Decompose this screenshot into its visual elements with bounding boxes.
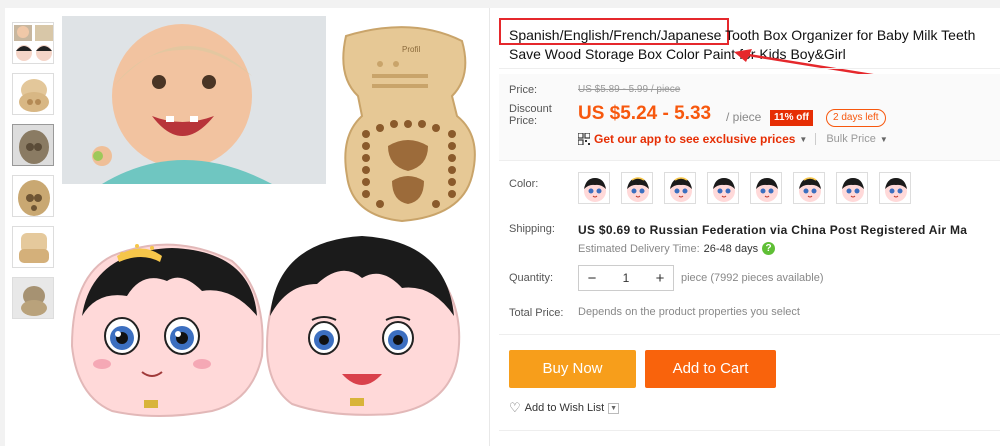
chevron-down-icon[interactable]: ▼ (799, 135, 807, 144)
price-unit: / piece (726, 110, 762, 124)
quantity-input[interactable]: 1 (605, 271, 647, 285)
color-swatch-list (578, 172, 922, 204)
quantity-decrease-button[interactable]: − (579, 270, 605, 287)
bulk-price-link[interactable]: Bulk Price (826, 133, 876, 145)
thumbnail-6[interactable] (12, 277, 54, 319)
buy-now-button[interactable]: Buy Now (509, 350, 636, 388)
shipping-destination[interactable]: to Russian Federation via China Post Reg… (634, 223, 967, 237)
color-swatch-3[interactable] (664, 172, 696, 204)
heart-icon[interactable]: ♡ (509, 400, 521, 416)
delivery-days: 26-48 days (703, 242, 759, 255)
thumbnail-4[interactable] (12, 175, 54, 217)
total-price-label: Total Price: (509, 307, 564, 319)
chevron-down-icon[interactable]: ▼ (608, 402, 620, 414)
bottom-divider (499, 430, 1000, 431)
actions-divider (499, 334, 1000, 335)
thumbnail-3[interactable] (12, 124, 54, 166)
add-to-cart-button[interactable]: Add to Cart (645, 350, 776, 388)
delivery-label: Estimated Delivery Time: (578, 242, 700, 255)
chevron-down-icon[interactable]: ▼ (880, 135, 888, 144)
delivery-estimate: Estimated Delivery Time: 26-48 days ? (578, 242, 776, 255)
promo-separator (815, 133, 817, 145)
color-swatch-6[interactable] (793, 172, 825, 204)
shipping-cost: US $0.69 (578, 223, 631, 237)
color-swatch-5[interactable] (750, 172, 782, 204)
app-promo-row: Get our app to see exclusive prices ▼ Bu… (578, 131, 896, 147)
column-divider (489, 8, 490, 446)
quantity-stepper: − 1 + (578, 265, 674, 291)
main-product-image[interactable]: Profil (62, 16, 486, 441)
color-swatch-4[interactable] (707, 172, 739, 204)
color-swatch-2[interactable] (621, 172, 653, 204)
thumbnail-2[interactable] (12, 73, 54, 115)
quantity-label: Quantity: (509, 272, 554, 284)
color-swatch-7[interactable] (836, 172, 868, 204)
svg-text:Profil: Profil (402, 45, 420, 54)
quantity-increase-button[interactable]: + (647, 270, 673, 287)
help-icon[interactable]: ? (762, 242, 776, 255)
color-swatch-1[interactable] (578, 172, 610, 204)
quantity-available: piece (7992 pieces available) (681, 272, 824, 284)
sale-price: US $5.24 - 5.33 (578, 103, 712, 124)
discount-label-line2: Price: (509, 115, 538, 127)
color-label: Color: (509, 178, 539, 190)
discount-badge: 11% off (770, 110, 814, 126)
thumbnail-5[interactable] (12, 226, 54, 268)
wishlist-row: ♡ Add to Wish List ▼ (509, 400, 620, 416)
price-label: Price: (509, 84, 538, 96)
app-promo-link[interactable]: Get our app to see exclusive prices (594, 132, 795, 146)
days-left-badge: 2 days left (826, 109, 886, 127)
total-price-note: Depends on the product properties you se… (578, 306, 800, 318)
price-divider (499, 160, 1000, 161)
title-divider (499, 68, 1000, 69)
thumbnail-list (12, 22, 58, 328)
original-price: US $5.89 - 5.99 / piece (578, 84, 681, 95)
thumbnail-1[interactable] (12, 22, 54, 64)
qr-code-icon (578, 133, 590, 145)
add-to-wishlist-link[interactable]: Add to Wish List (525, 402, 604, 414)
shipping-info: US $0.69 to Russian Federation via China… (578, 223, 967, 237)
color-swatch-8[interactable] (879, 172, 911, 204)
shipping-label: Shipping: (509, 223, 555, 235)
